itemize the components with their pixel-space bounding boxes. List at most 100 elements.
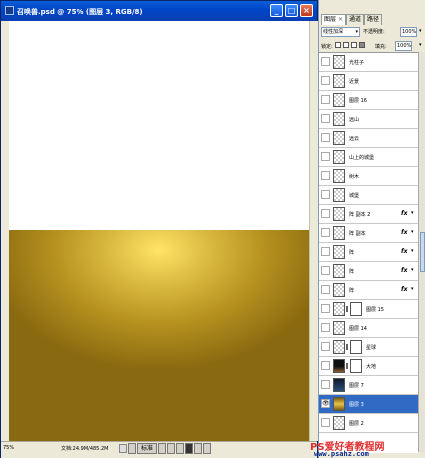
layer-thumbnail xyxy=(333,131,345,145)
chevron-down-icon[interactable]: ▾ xyxy=(411,267,414,273)
layer-name: 图层 7 xyxy=(349,383,364,389)
nav-right-icon[interactable] xyxy=(176,443,184,454)
layer-row[interactable]: 阵 副本 fx ▾ xyxy=(319,224,418,243)
layer-row[interactable]: 光柱子 xyxy=(319,53,418,72)
layer-row[interactable]: 阵 fx ▾ xyxy=(319,243,418,262)
chevron-down-icon[interactable]: ▾ xyxy=(411,210,414,216)
layer-name: 树木 xyxy=(349,174,360,180)
layer-row[interactable]: 远山 xyxy=(319,110,418,129)
opacity-input[interactable]: 100% xyxy=(400,27,417,37)
visibility-toggle[interactable] xyxy=(321,152,330,161)
chevron-down-icon[interactable]: ▾ xyxy=(411,229,414,235)
fx-icon[interactable]: fx xyxy=(401,248,407,255)
tab-paths[interactable]: 路径 xyxy=(364,14,383,25)
document-titlebar[interactable]: 召唤兽.psd @ 75% (图层 3, RGB/8) _ □ × xyxy=(1,1,317,21)
fx-icon[interactable]: fx xyxy=(401,267,407,274)
lock-position-icon[interactable] xyxy=(351,42,357,48)
visibility-toggle[interactable] xyxy=(321,418,330,427)
document-canvas[interactable] xyxy=(9,21,309,441)
visibility-toggle[interactable] xyxy=(321,247,330,256)
visibility-toggle[interactable] xyxy=(321,361,330,370)
layer-mask-thumbnail[interactable] xyxy=(350,340,362,354)
screen-mode-icon[interactable] xyxy=(185,443,193,454)
link-icon[interactable] xyxy=(346,306,348,312)
close-button[interactable]: × xyxy=(300,4,313,17)
layer-row[interactable]: 图层 14 xyxy=(319,319,418,338)
layer-name: 阵 xyxy=(349,250,355,256)
link-icon[interactable] xyxy=(346,363,348,369)
layer-row-selected[interactable]: 👁 图层 3 xyxy=(319,395,418,414)
visibility-toggle[interactable] xyxy=(321,209,330,218)
layer-row[interactable]: 远云 xyxy=(319,129,418,148)
chevron-down-icon[interactable]: ▾ xyxy=(411,248,414,254)
layers-scrollbar[interactable] xyxy=(418,52,425,452)
visibility-toggle[interactable] xyxy=(321,57,330,66)
layer-name: 图层 3 xyxy=(349,402,364,408)
visibility-toggle[interactable] xyxy=(321,190,330,199)
tab-channels[interactable]: 通道 xyxy=(346,14,365,25)
layer-row[interactable]: 图层 15 xyxy=(319,300,418,319)
visibility-toggle[interactable] xyxy=(321,171,330,180)
layer-row[interactable]: 阵 副本 2 fx ▾ xyxy=(319,205,418,224)
layer-row[interactable]: 图层 2 xyxy=(319,414,418,433)
lock-label: 锁定: xyxy=(321,44,333,50)
document-vertical-scrollbar[interactable] xyxy=(309,21,318,441)
visibility-toggle[interactable] xyxy=(321,266,330,275)
visibility-toggle[interactable] xyxy=(321,95,330,104)
visibility-toggle[interactable] xyxy=(321,380,330,389)
visibility-toggle[interactable] xyxy=(321,323,330,332)
layer-mask-thumbnail[interactable] xyxy=(350,302,362,316)
nav-left-icon[interactable] xyxy=(167,443,175,454)
layer-name: 图层 16 xyxy=(349,98,367,104)
link-icon[interactable] xyxy=(346,344,348,350)
fx-icon[interactable]: fx xyxy=(401,229,407,236)
zoom-level[interactable]: 75% xyxy=(3,445,14,451)
status-icon[interactable] xyxy=(128,443,136,454)
fx-icon[interactable]: fx xyxy=(401,210,407,217)
layer-row[interactable]: 树木 xyxy=(319,167,418,186)
visibility-toggle[interactable] xyxy=(321,114,330,123)
layer-name: 图层 15 xyxy=(366,307,384,313)
layer-row[interactable]: 山上的城堡 xyxy=(319,148,418,167)
layer-thumbnail xyxy=(333,74,345,88)
tab-close-icon[interactable]: × xyxy=(338,16,343,23)
layer-row[interactable]: 星球 xyxy=(319,338,418,357)
brand-button[interactable]: 标准 xyxy=(137,443,157,454)
color-mode-icon[interactable] xyxy=(158,443,166,454)
layer-row[interactable]: 大地 xyxy=(319,357,418,376)
layer-name: 光柱子 xyxy=(349,60,365,66)
fill-input[interactable]: 100% xyxy=(395,41,412,51)
visibility-toggle[interactable] xyxy=(321,304,330,313)
layer-row[interactable]: 阵 fx ▾ xyxy=(319,262,418,281)
visibility-toggle[interactable] xyxy=(321,228,330,237)
opacity-chevron-icon[interactable]: ▾ xyxy=(419,28,422,34)
quick-mask-icon[interactable] xyxy=(194,443,202,454)
blend-mode-value: 线性加深 xyxy=(323,29,344,35)
visibility-toggle[interactable] xyxy=(321,76,330,85)
chevron-down-icon[interactable]: ▾ xyxy=(411,286,414,292)
eye-icon[interactable]: 👁 xyxy=(321,399,330,408)
blend-mode-select[interactable]: 线性加深 ▾ xyxy=(321,27,360,37)
standard-mode-icon[interactable] xyxy=(203,443,211,454)
visibility-toggle[interactable] xyxy=(321,133,330,142)
minimize-button[interactable]: _ xyxy=(270,4,283,17)
status-menu-arrow-button[interactable] xyxy=(119,444,127,453)
fx-icon[interactable]: fx xyxy=(401,286,407,293)
visibility-toggle[interactable] xyxy=(321,285,330,294)
visibility-toggle[interactable] xyxy=(321,342,330,351)
layer-row[interactable]: 近景 xyxy=(319,72,418,91)
fill-chevron-icon[interactable]: ▾ xyxy=(419,42,422,48)
lock-image-icon[interactable] xyxy=(343,42,349,48)
layer-mask-thumbnail[interactable] xyxy=(350,359,362,373)
layer-list: 光柱子 近景 图层 16 远山 远云 山上的城堡 树木 城堡 阵 副本 2 fx… xyxy=(319,52,418,453)
lock-all-icon[interactable] xyxy=(359,42,365,48)
layer-row[interactable]: 图层 16 xyxy=(319,91,418,110)
lock-transparent-icon[interactable] xyxy=(335,42,341,48)
layer-row[interactable]: 图层 7 xyxy=(319,376,418,395)
maximize-button[interactable]: □ xyxy=(285,4,298,17)
scrollbar-thumb[interactable] xyxy=(420,232,425,272)
layer-row[interactable]: 城堡 xyxy=(319,186,418,205)
watermark-url: www.psahz.com xyxy=(314,450,369,458)
layer-row[interactable]: 阵 fx ▾ xyxy=(319,281,418,300)
tab-layers[interactable]: 图层 × xyxy=(321,14,347,25)
